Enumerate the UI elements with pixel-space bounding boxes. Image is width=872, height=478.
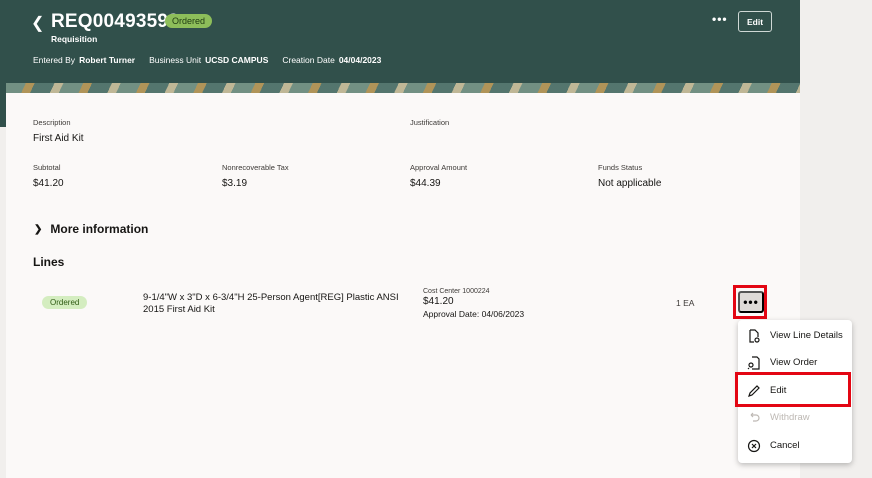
creation-date: Creation Date 04/04/2023 [282,55,381,65]
description-value: First Aid Kit [33,133,84,144]
cancel-circle-icon [738,439,770,453]
lines-heading: Lines [33,255,65,269]
undo-icon [738,411,770,425]
funds-status-label: Funds Status [598,163,643,172]
approval-amount-label: Approval Amount [410,163,468,172]
approval-amount-value: $44.39 [410,178,441,189]
more-information-label: More information [50,222,149,236]
description-label: Description [33,118,71,127]
header-more-actions-button[interactable]: ••• [712,12,728,26]
menu-item-withdraw: Withdraw [738,404,852,431]
business-unit-value: UCSD CAMPUS [205,55,269,65]
page-subtitle: Requisition [51,34,98,44]
more-information-toggle[interactable]: ❯ More information [34,222,148,236]
line-quantity: 1 EA [676,298,695,308]
justification-label: Justification [410,118,450,127]
menu-item-view-line-details[interactable]: View Line Details [738,322,852,349]
header-meta: Entered By Robert Turner Business Unit UCS… [33,55,381,65]
menu-item-label: View Line Details [770,330,843,341]
highlight-box-more-actions [733,285,767,319]
details-card [6,93,800,478]
status-badge: Ordered [165,14,213,28]
entered-by-value: Robert Turner [79,55,136,65]
entered-by-label: Entered By [33,55,76,65]
highlight-box-edit [735,372,851,407]
menu-item-label: View Order [770,357,818,368]
tax-label: Nonrecoverable Tax [222,163,289,172]
line-status-badge: Ordered [42,296,88,309]
entered-by: Entered By Robert Turner [33,55,135,65]
header-decorative-pattern [6,83,800,93]
line-amount: $41.20 [423,296,454,307]
business-unit: Business Unit UCSD CAMPUS [149,55,268,65]
tax-value: $3.19 [222,178,248,189]
subtotal-value: $41.20 [33,178,64,189]
menu-item-label: Withdraw [770,412,810,423]
line-cost-center: Cost Center 1000224 [423,288,490,295]
line-approval-date: Approval Date: 04/06/2023 [423,309,525,319]
chevron-right-icon: ❯ [34,223,43,235]
page-title: REQ00493599 [51,11,179,32]
menu-item-cancel[interactable]: Cancel [738,432,852,459]
creation-date-label: Creation Date [282,55,335,65]
creation-date-value: 04/04/2023 [338,55,382,65]
business-unit-label: Business Unit [149,55,202,65]
view-details-icon [738,328,770,343]
chevron-left-icon[interactable]: ❮ [31,13,44,33]
background-strip [800,0,872,127]
menu-item-label: Cancel [770,440,800,451]
header-edit-button[interactable]: Edit [738,11,772,32]
subtotal-label: Subtotal [33,163,61,172]
funds-status-value: Not applicable [598,178,662,189]
view-order-icon [738,355,770,370]
line-description[interactable]: 9-1/4"W x 3"D x 6-3/4"H 25-Person Agent[… [143,292,413,316]
